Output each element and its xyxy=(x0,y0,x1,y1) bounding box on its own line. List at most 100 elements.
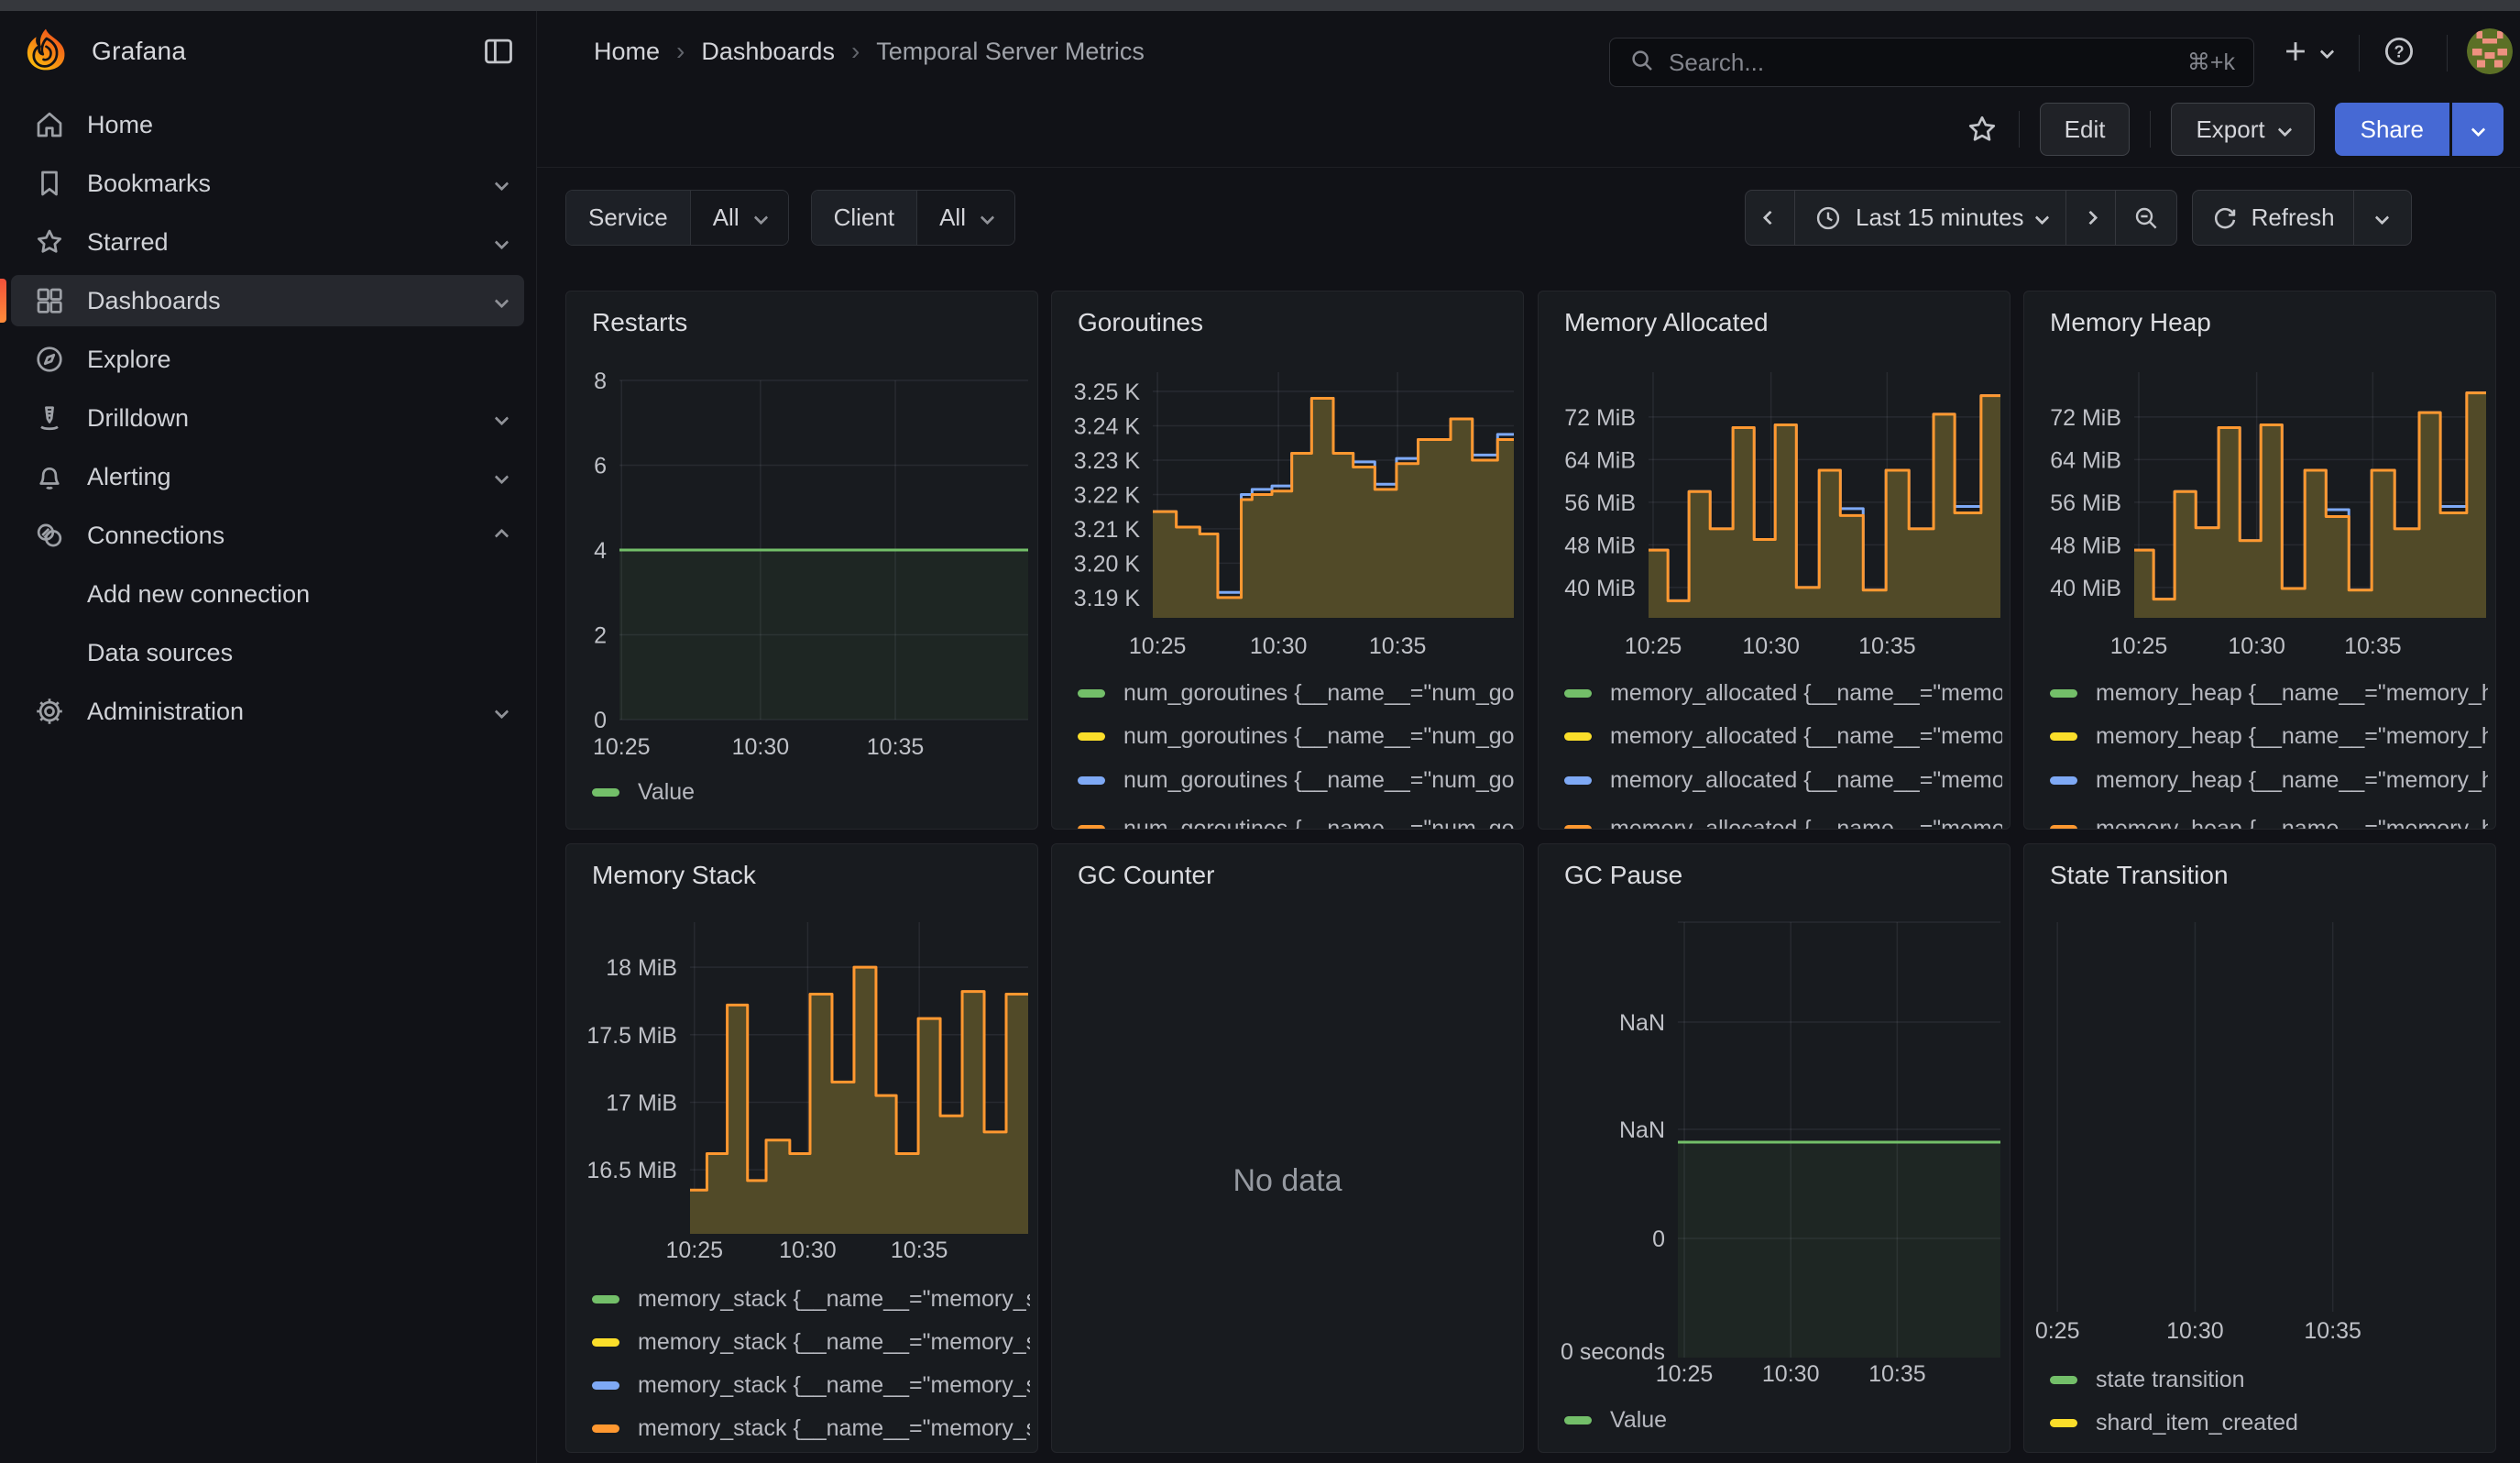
star-dashboard-button[interactable] xyxy=(1966,113,1999,146)
time-range-picker[interactable]: Last 15 minutes xyxy=(1795,191,2066,245)
panel-memory-heap: Memory Heap10:2510:3010:3572 MiB64 MiB56… xyxy=(2023,291,2496,830)
legend-label: shard_item_created xyxy=(2096,1410,2298,1436)
sidebar-item-explore[interactable]: Explore xyxy=(0,334,536,385)
legend-item[interactable]: memory_stack {__name__="memory_s xyxy=(592,1282,1030,1315)
time-shift-forward-button[interactable] xyxy=(2066,191,2116,245)
dock-sidebar-icon[interactable] xyxy=(478,31,519,72)
toolbar-divider xyxy=(2019,111,2020,148)
svg-text:10:30: 10:30 xyxy=(732,734,790,760)
edit-button[interactable]: Edit xyxy=(2040,103,2131,156)
legend-label: num_goroutines {__name__="num_go xyxy=(1123,723,1515,750)
sidebar-item-drilldown[interactable]: Drilldown xyxy=(0,392,536,444)
user-avatar[interactable] xyxy=(2467,28,2513,74)
svg-text:4: 4 xyxy=(594,538,607,564)
legend-item[interactable]: memory_heap {__name__="memory_h xyxy=(2050,764,2488,797)
svg-text:10:30: 10:30 xyxy=(1250,633,1308,659)
chevron-down-icon xyxy=(495,235,509,249)
legend-label: memory_allocated {__name__="memo xyxy=(1610,680,2002,707)
clock-icon xyxy=(1813,204,1843,233)
legend-item-clipped[interactable]: memory_heap {__name__="memory_h xyxy=(2050,812,2488,830)
legend-item[interactable]: memory_stack {__name__="memory_s xyxy=(592,1412,1030,1445)
legend-item[interactable]: memory_heap {__name__="memory_h xyxy=(2050,676,2488,710)
svg-text:16.5 MiB: 16.5 MiB xyxy=(586,1158,677,1183)
breadcrumb-home[interactable]: Home xyxy=(594,38,660,66)
export-button[interactable]: Export xyxy=(2171,103,2314,156)
sidebar-item-alerting[interactable]: Alerting xyxy=(0,451,536,502)
time-controls: Last 15 minutes Refresh xyxy=(1745,190,2412,246)
grafana-app: Grafana Home › Dashboards › Temporal Ser… xyxy=(0,0,2520,1463)
legend-item[interactable]: memory_heap {__name__="memory_h xyxy=(2050,720,2488,754)
legend-item[interactable]: memory_stack {__name__="memory_s xyxy=(592,1326,1030,1358)
plus-icon xyxy=(2280,36,2311,67)
svg-text:NaN: NaN xyxy=(1619,1117,1665,1143)
breadcrumb: Home › Dashboards › Temporal Server Metr… xyxy=(594,11,1145,92)
legend-item[interactable]: Value xyxy=(592,776,1030,808)
sidebar-item-add-new-connection[interactable]: Add new connection xyxy=(0,568,536,620)
legend-item[interactable]: state transition xyxy=(2050,1363,2488,1396)
share-button[interactable]: Share xyxy=(2335,103,2449,156)
dashboard-toolbar: Edit Export Share xyxy=(537,92,2520,168)
sidebar-item-dashboards[interactable]: Dashboards xyxy=(0,275,536,326)
legend-swatch-icon xyxy=(2050,825,2077,830)
svg-text:8: 8 xyxy=(594,368,607,394)
sidebar-item-data-sources[interactable]: Data sources xyxy=(0,627,536,678)
chevron-down-icon xyxy=(2471,122,2485,137)
legend-item[interactable]: num_goroutines {__name__="num_go xyxy=(1078,676,1516,710)
brand[interactable]: Grafana xyxy=(24,11,186,92)
dashboards-icon xyxy=(33,284,66,317)
legend-swatch-icon xyxy=(1078,776,1105,785)
refresh-button[interactable]: Refresh xyxy=(2193,191,2354,245)
legend-item[interactable]: memory_allocated {__name__="memo xyxy=(1564,676,2002,710)
share-button-label: Share xyxy=(2361,116,2424,144)
legend-item[interactable]: memory_allocated {__name__="memo xyxy=(1564,720,2002,754)
panel-title-gc-counter[interactable]: GC Counter xyxy=(1078,861,1214,890)
share-dropdown-button[interactable] xyxy=(2452,103,2504,156)
no-data-message: No data xyxy=(1052,1163,1523,1199)
panel-gc-counter: GC Counter No data xyxy=(1051,843,1524,1453)
legend-item-clipped[interactable]: memory_allocated {__name__="memo xyxy=(1564,812,2002,830)
panel-memory-stack: Memory Stack10:2510:3010:3518 MiB17.5 Mi… xyxy=(565,843,1038,1453)
sidebar-item-home[interactable]: Home xyxy=(0,99,536,150)
legend-label: memory_allocated {__name__="memo xyxy=(1610,767,2002,794)
legend-item[interactable]: memory_stack {__name__="memory_s xyxy=(592,1369,1030,1402)
breadcrumb-current-page: Temporal Server Metrics xyxy=(876,38,1145,66)
add-new-button[interactable] xyxy=(2280,31,2332,72)
legend-item[interactable]: Value xyxy=(1564,1403,2002,1436)
legend-label: memory_allocated {__name__="memo xyxy=(1610,816,2002,830)
legend-item[interactable]: shard_item_created xyxy=(2050,1406,2488,1439)
svg-text:40 MiB: 40 MiB xyxy=(2050,576,2121,601)
sidebar-item-connections[interactable]: Connections xyxy=(0,510,536,561)
help-button[interactable]: ? xyxy=(2379,31,2419,72)
time-shift-back-button[interactable] xyxy=(1746,191,1795,245)
search-icon xyxy=(1628,47,1656,79)
svg-text:17 MiB: 17 MiB xyxy=(606,1090,677,1116)
svg-text:6: 6 xyxy=(594,454,607,479)
legend-swatch-icon xyxy=(592,1295,619,1304)
search-input[interactable] xyxy=(1669,49,2175,77)
client-filter-label: Client xyxy=(812,191,916,245)
time-range-group: Last 15 minutes xyxy=(1745,190,2177,246)
legend-item[interactable]: memory_allocated {__name__="memo xyxy=(1564,764,2002,797)
legend-item[interactable]: num_goroutines {__name__="num_go xyxy=(1078,720,1516,754)
legend-swatch-icon xyxy=(2050,1419,2077,1427)
chevron-down-icon xyxy=(2375,211,2390,226)
legend-swatch-icon xyxy=(1564,776,1592,785)
search-box[interactable]: ⌘+k xyxy=(1609,38,2254,87)
legend-swatch-icon xyxy=(1078,732,1105,741)
breadcrumb-separator: › xyxy=(676,37,685,66)
svg-text:3.23 K: 3.23 K xyxy=(1074,448,1141,474)
service-filter-value[interactable]: All xyxy=(690,191,788,245)
sidebar-item-label: Bookmarks xyxy=(87,170,211,198)
refresh-interval-dropdown[interactable] xyxy=(2354,191,2411,245)
toolbar-divider xyxy=(2150,111,2151,148)
star-icon xyxy=(1966,113,1999,146)
sidebar-item-starred[interactable]: Starred xyxy=(0,216,536,268)
legend-item[interactable]: num_goroutines {__name__="num_go xyxy=(1078,764,1516,797)
sidebar-item-bookmarks[interactable]: Bookmarks xyxy=(0,158,536,209)
sidebar-item-administration[interactable]: Administration xyxy=(0,686,536,737)
sidebar-item-label: Starred xyxy=(87,228,169,257)
zoom-out-button[interactable] xyxy=(2116,191,2176,245)
breadcrumb-dashboards[interactable]: Dashboards xyxy=(701,38,835,66)
legend-item-clipped[interactable]: num_goroutines {__name__="num_go xyxy=(1078,812,1516,830)
client-filter-value[interactable]: All xyxy=(916,191,1014,245)
